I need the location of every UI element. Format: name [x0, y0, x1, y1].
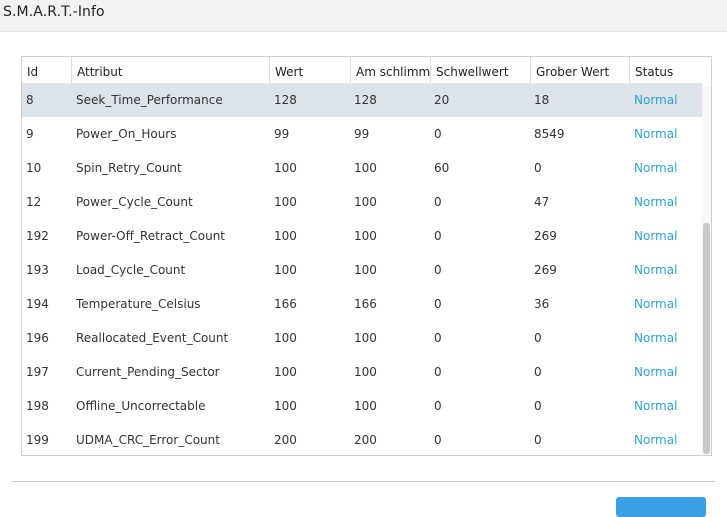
cell-worst: 100 [354, 399, 377, 413]
cell-value: 100 [274, 331, 297, 345]
cell-value: 99 [274, 127, 290, 141]
cell-threshold: 0 [434, 433, 442, 447]
cell-attribute: Reallocated_Event_Count [76, 331, 229, 345]
cell-attribute: Current_Pending_Sector [76, 365, 220, 379]
cell-value: 100 [274, 229, 297, 243]
cell-id: 198 [26, 399, 49, 413]
table-row[interactable]: 9 Power_On_Hours 99 99 0 8549 Normal [22, 117, 702, 151]
table-row[interactable]: 8 Seek_Time_Performance 128 128 20 18 Normal [22, 83, 702, 117]
cell-raw-value: 269 [534, 263, 557, 277]
cell-attribute: Load_Cycle_Count [76, 263, 186, 277]
cell-status: Normal [634, 297, 678, 311]
window-title: S.M.A.R.T.-Info [3, 4, 105, 20]
cell-status: Normal [634, 365, 678, 379]
cell-threshold: 0 [434, 365, 442, 379]
table-row[interactable]: 193 Load_Cycle_Count 100 100 0 269 Normal [22, 253, 702, 287]
cell-raw-value: 47 [534, 195, 550, 209]
cell-value: 200 [274, 433, 297, 447]
cell-threshold: 0 [434, 195, 442, 209]
cell-threshold: 0 [434, 331, 442, 345]
cell-raw-value: 0 [534, 433, 542, 447]
cell-worst: 100 [354, 229, 377, 243]
cell-attribute: Spin_Retry_Count [76, 161, 182, 175]
cell-status: Normal [634, 433, 678, 447]
cell-id: 193 [26, 263, 49, 277]
cell-id: 196 [26, 331, 49, 345]
cell-id: 194 [26, 297, 49, 311]
table-row[interactable]: 10 Spin_Retry_Count 100 100 60 0 Normal [22, 151, 702, 185]
cell-id: 199 [26, 433, 49, 447]
smart-table: Id Attribut Wert Am schlimmsten Schwellw… [21, 56, 712, 456]
cell-id: 192 [26, 229, 49, 243]
cell-value: 100 [274, 263, 297, 277]
table-row[interactable]: 12 Power_Cycle_Count 100 100 0 47 Normal [22, 185, 702, 219]
cell-value: 100 [274, 195, 297, 209]
cell-value: 128 [274, 93, 297, 107]
cell-worst: 99 [354, 127, 370, 141]
cell-raw-value: 8549 [534, 127, 565, 141]
table-row[interactable]: 192 Power-Off_Retract_Count 100 100 0 269 Norm… [22, 219, 702, 253]
title-bar: S.M.A.R.T.-Info [0, 0, 727, 32]
cell-worst: 100 [354, 331, 377, 345]
table-row[interactable]: 199 UDMA_CRC_Error_Count 200 200 0 0 Normal [22, 423, 702, 455]
cell-worst: 100 [354, 161, 377, 175]
cell-worst: 100 [354, 365, 377, 379]
cell-threshold: 20 [434, 93, 450, 107]
cell-raw-value: 0 [534, 365, 542, 379]
cell-worst: 200 [354, 433, 377, 447]
cell-id: 197 [26, 365, 49, 379]
cell-status: Normal [634, 331, 678, 345]
cell-raw-value: 18 [534, 93, 550, 107]
cell-value: 100 [274, 365, 297, 379]
cell-threshold: 60 [434, 161, 450, 175]
cell-raw-value: 0 [534, 161, 542, 175]
vertical-scrollbar[interactable] [702, 87, 711, 455]
cell-raw-value: 36 [534, 297, 550, 311]
cell-threshold: 0 [434, 297, 442, 311]
cell-attribute: Temperature_Celsius [76, 297, 201, 311]
table-row[interactable]: 196 Reallocated_Event_Count 100 100 0 0 Normal [22, 321, 702, 355]
cell-worst: 100 [354, 263, 377, 277]
cell-status: Normal [634, 93, 678, 107]
cell-threshold: 0 [434, 399, 442, 413]
cell-status: Normal [634, 399, 678, 413]
cell-status: Normal [634, 195, 678, 209]
cell-status: Normal [634, 229, 678, 243]
cell-value: 100 [274, 161, 297, 175]
scrollbar-thumb[interactable] [703, 223, 710, 454]
cell-worst: 100 [354, 195, 377, 209]
cell-value: 100 [274, 399, 297, 413]
cell-value: 166 [274, 297, 297, 311]
cell-attribute: Power_On_Hours [76, 127, 177, 141]
cell-id: 9 [26, 127, 34, 141]
cell-id: 12 [26, 195, 42, 209]
cell-attribute: Offline_Uncorrectable [76, 399, 206, 413]
cell-attribute: Seek_Time_Performance [76, 93, 223, 107]
cell-raw-value: 0 [534, 331, 542, 345]
cell-worst: 166 [354, 297, 377, 311]
table-row[interactable]: 197 Current_Pending_Sector 100 100 0 0 Normal [22, 355, 702, 389]
cell-threshold: 0 [434, 229, 442, 243]
cell-attribute: Power_Cycle_Count [76, 195, 193, 209]
cell-attribute: UDMA_CRC_Error_Count [76, 433, 220, 447]
cell-threshold: 0 [434, 127, 442, 141]
primary-button[interactable] [616, 497, 706, 517]
cell-raw-value: 0 [534, 399, 542, 413]
table-row[interactable]: 198 Offline_Uncorrectable 100 100 0 0 Normal [22, 389, 702, 423]
table-row[interactable]: 194 Temperature_Celsius 166 166 0 36 Normal [22, 287, 702, 321]
cell-id: 10 [26, 161, 42, 175]
cell-status: Normal [634, 127, 678, 141]
cell-raw-value: 269 [534, 229, 557, 243]
footer-divider [11, 481, 715, 482]
cell-status: Normal [634, 263, 678, 277]
cell-id: 8 [26, 93, 34, 107]
cell-status: Normal [634, 161, 678, 175]
cell-attribute: Power-Off_Retract_Count [76, 229, 226, 243]
cell-threshold: 0 [434, 263, 442, 277]
cell-worst: 128 [354, 93, 377, 107]
